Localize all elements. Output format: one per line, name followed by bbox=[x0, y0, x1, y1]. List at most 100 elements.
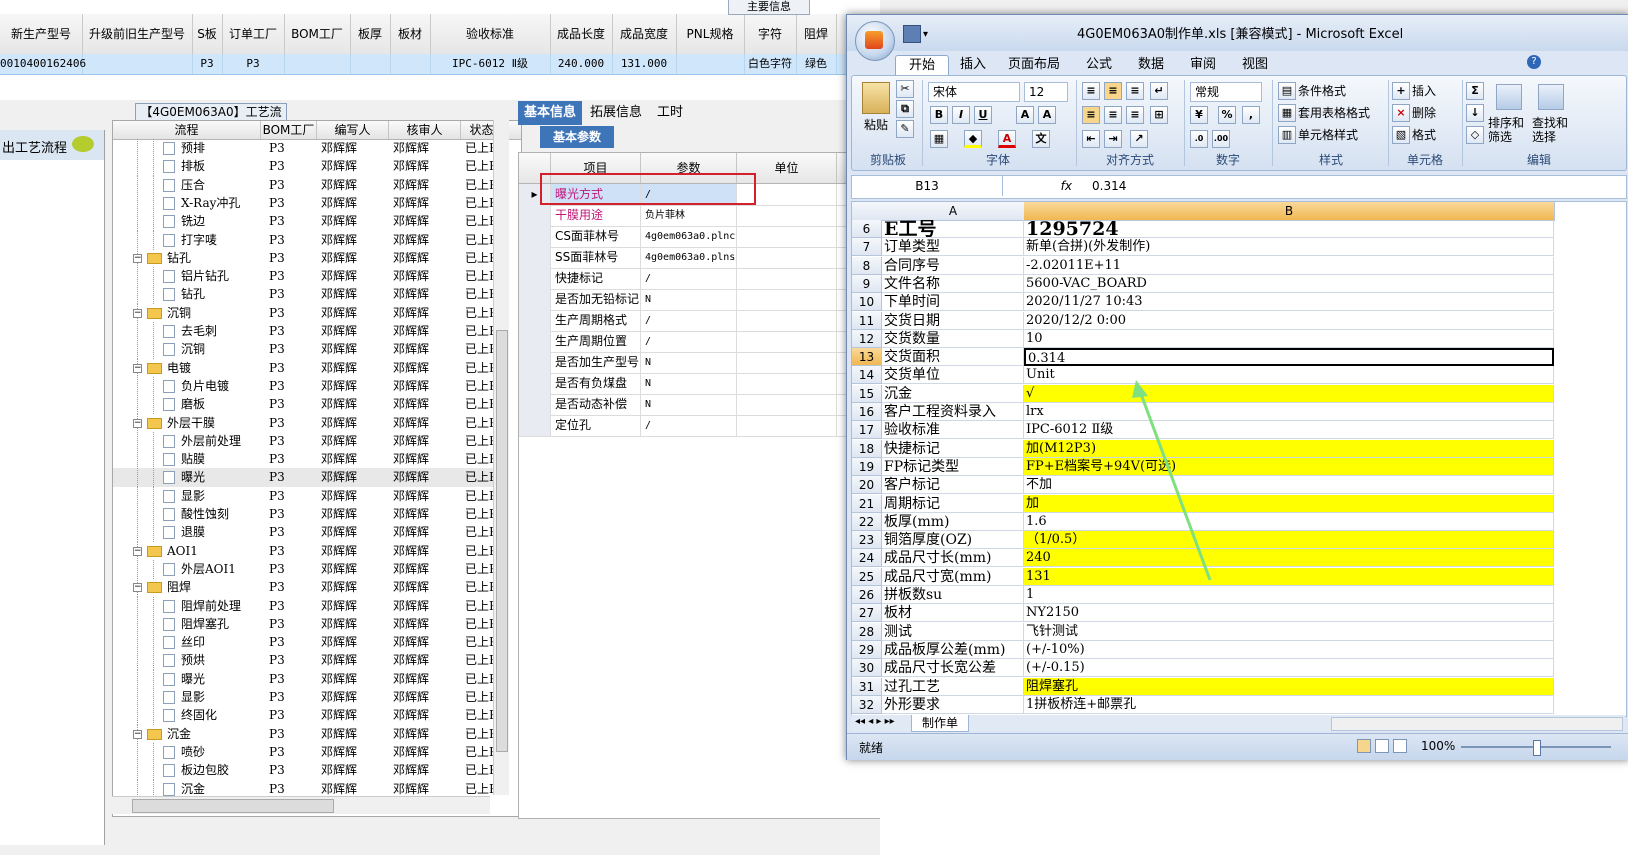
cell-a[interactable]: 交货数量 bbox=[882, 329, 1024, 348]
cell-a[interactable]: 交货单位 bbox=[882, 366, 1024, 385]
row-number[interactable]: 15 bbox=[852, 384, 882, 403]
cell-b[interactable]: (+/-10%) bbox=[1024, 640, 1554, 659]
sheet-tab-zhizuodan[interactable]: 制作单 bbox=[911, 715, 969, 732]
top-row-cell[interactable] bbox=[82, 54, 193, 74]
main-info-label[interactable]: 主要信息 bbox=[728, 0, 810, 15]
cell-b[interactable]: Unit bbox=[1024, 366, 1554, 385]
tree-row[interactable]: 去毛刺 P3 邓辉辉 邓辉辉 已上R bbox=[113, 322, 503, 341]
row-number[interactable]: 29 bbox=[852, 640, 882, 659]
tree-row[interactable]: 外层前处理 P3 邓辉辉 邓辉辉 已上R bbox=[113, 431, 503, 451]
param-row[interactable]: 是否加无铅标记 N bbox=[519, 289, 881, 311]
param-row-header[interactable] bbox=[519, 310, 551, 331]
cell-b[interactable]: 飞针测试 bbox=[1024, 622, 1554, 641]
autosum-icon[interactable]: Σ bbox=[1466, 82, 1484, 100]
cell-a[interactable]: 沉金 bbox=[882, 384, 1024, 403]
cell-b[interactable]: 新单(合拼)(外发制作) bbox=[1024, 238, 1554, 257]
percent-icon[interactable]: % bbox=[1218, 106, 1236, 124]
cell-a[interactable]: 板厚(mm) bbox=[882, 512, 1024, 531]
row-number[interactable]: 9 bbox=[852, 274, 882, 293]
row-number[interactable]: 25 bbox=[852, 567, 882, 586]
tree-row[interactable]: − 钻孔 P3 邓辉辉 邓辉辉 已上R bbox=[113, 248, 503, 268]
cell-b[interactable]: （1/0.5） bbox=[1024, 531, 1554, 550]
top-col-header[interactable]: PNL规格 bbox=[676, 14, 745, 54]
tree-vertical-scrollbar[interactable] bbox=[493, 120, 509, 795]
comment-bubble-icon[interactable] bbox=[72, 136, 94, 152]
sheet-nav-icon[interactable]: ◂◂ ◂ ▸ ▸▸ bbox=[855, 716, 895, 727]
number-format-select[interactable]: 常规 bbox=[1190, 82, 1262, 102]
param-row-header[interactable] bbox=[519, 394, 551, 415]
cell-b[interactable]: 不加 bbox=[1024, 476, 1554, 495]
formula-input[interactable]: 0.314 bbox=[1092, 176, 1126, 196]
row-number[interactable]: 8 bbox=[852, 256, 882, 275]
tree-row[interactable]: 排板 P3 邓辉辉 邓辉辉 已上R bbox=[113, 157, 503, 177]
cell-a[interactable]: 铜箔厚度(OZ) bbox=[882, 531, 1024, 550]
param-row[interactable]: 生产周期格式 / bbox=[519, 310, 881, 332]
tree-row[interactable]: − 沉金 P3 邓辉辉 邓辉辉 已上R bbox=[113, 724, 503, 744]
top-row-cell[interactable]: 绿色 bbox=[796, 54, 837, 74]
bold-icon[interactable]: B bbox=[930, 106, 948, 124]
tree-row[interactable]: 钻孔 P3 邓辉辉 邓辉辉 已上R bbox=[113, 285, 503, 305]
align-left-icon[interactable]: ≡ bbox=[1082, 106, 1100, 124]
align-center-icon[interactable]: ≡ bbox=[1104, 106, 1122, 124]
top-col-header[interactable]: 板厚 bbox=[350, 14, 391, 54]
param-value[interactable]: 4g0em063a0.plnss bbox=[641, 247, 737, 268]
tab-work-hours[interactable]: 工时 bbox=[648, 101, 692, 125]
tree-row[interactable]: − 沉铜 P3 邓辉辉 邓辉辉 已上R bbox=[113, 303, 503, 323]
row-number[interactable]: 12 bbox=[852, 329, 882, 348]
sort-filter-button[interactable]: 排序和筛选 bbox=[1488, 116, 1528, 144]
param-value[interactable]: 4g0em063a0.plncs bbox=[641, 226, 737, 247]
row-number[interactable]: 7 bbox=[852, 238, 882, 257]
param-unit[interactable] bbox=[737, 226, 837, 247]
nav-item-process[interactable]: 出工艺流程 bbox=[0, 130, 104, 160]
top-col-header[interactable]: 阻焊 bbox=[796, 14, 837, 54]
top-row-cell[interactable] bbox=[284, 54, 351, 74]
top-row-cell[interactable]: P3 bbox=[222, 54, 285, 74]
cell-b[interactable]: 2020/12/2 0:00 bbox=[1024, 311, 1554, 330]
zoom-slider-thumb[interactable] bbox=[1533, 740, 1541, 756]
param-row-header[interactable] bbox=[519, 247, 551, 268]
page-layout-view-icon[interactable] bbox=[1375, 739, 1389, 753]
increase-font-icon[interactable]: A bbox=[1016, 106, 1034, 124]
row-number[interactable]: 32 bbox=[852, 695, 882, 714]
cell-style-button[interactable]: 单元格样式 bbox=[1298, 126, 1358, 144]
tree-col-header[interactable]: BOM工厂 bbox=[261, 121, 317, 139]
ribbon-tab-page-layout[interactable]: 页面布局 bbox=[1003, 55, 1065, 75]
increase-decimal-icon[interactable]: .0 bbox=[1190, 130, 1208, 148]
merge-center-icon[interactable]: ⊞ bbox=[1150, 106, 1168, 124]
cell-a[interactable]: 成品尺寸宽(mm) bbox=[882, 567, 1024, 586]
paste-button[interactable]: 粘贴 bbox=[864, 116, 888, 134]
paste-icon[interactable] bbox=[862, 82, 890, 114]
row-number[interactable]: 16 bbox=[852, 403, 882, 421]
cell-a[interactable]: 文件名称 bbox=[882, 274, 1024, 293]
quick-access-dropdown-icon[interactable]: ▾ bbox=[923, 29, 928, 40]
tree-row[interactable]: 预排 P3 邓辉辉 邓辉辉 已上R bbox=[113, 139, 503, 158]
page-break-view-icon[interactable] bbox=[1393, 739, 1407, 753]
param-row[interactable]: 定位孔 / bbox=[519, 415, 881, 437]
param-row-header[interactable] bbox=[519, 289, 551, 310]
table-format-icon[interactable]: ▦ bbox=[1278, 104, 1296, 122]
param-row[interactable]: 生产周期位置 / bbox=[519, 331, 881, 353]
tree-row[interactable]: 喷砂 P3 邓辉辉 邓辉辉 已上R bbox=[113, 742, 503, 762]
ribbon-tab-insert[interactable]: 插入 bbox=[953, 55, 993, 75]
ribbon-tab-home[interactable]: 开始 bbox=[895, 55, 949, 76]
param-row[interactable]: SS面菲林号 4g0em063a0.plnss bbox=[519, 247, 881, 269]
row-number[interactable]: 13 bbox=[852, 348, 882, 367]
cell-b[interactable]: -2.02011E+11 bbox=[1024, 256, 1554, 275]
tree-row[interactable]: 丝印 P3 邓辉辉 邓辉辉 已上R bbox=[113, 633, 503, 653]
top-row-cell[interactable]: P3 bbox=[192, 54, 223, 74]
align-top-icon[interactable]: ≡ bbox=[1082, 82, 1100, 100]
param-unit[interactable] bbox=[737, 247, 837, 268]
cell-a[interactable]: 成品板厚公差(mm) bbox=[882, 640, 1024, 659]
sort-filter-icon[interactable] bbox=[1496, 84, 1522, 110]
cell-b[interactable]: 1295724 bbox=[1024, 220, 1554, 238]
top-row-cell[interactable]: 白色字符 bbox=[744, 54, 797, 74]
align-bottom-icon[interactable]: ≡ bbox=[1126, 82, 1144, 100]
param-row[interactable]: 干膜用途 负片菲林 bbox=[519, 205, 881, 227]
cell-a[interactable]: 交货日期 bbox=[882, 311, 1024, 330]
row-number[interactable]: 31 bbox=[852, 677, 882, 696]
top-col-header[interactable]: 验收标准 bbox=[430, 14, 551, 54]
param-unit[interactable] bbox=[737, 373, 837, 394]
row-number[interactable]: 23 bbox=[852, 531, 882, 550]
tree-row[interactable]: 预烘 P3 邓辉辉 邓辉辉 已上R bbox=[113, 651, 503, 671]
insert-function-icon[interactable]: fx bbox=[1012, 176, 1072, 196]
